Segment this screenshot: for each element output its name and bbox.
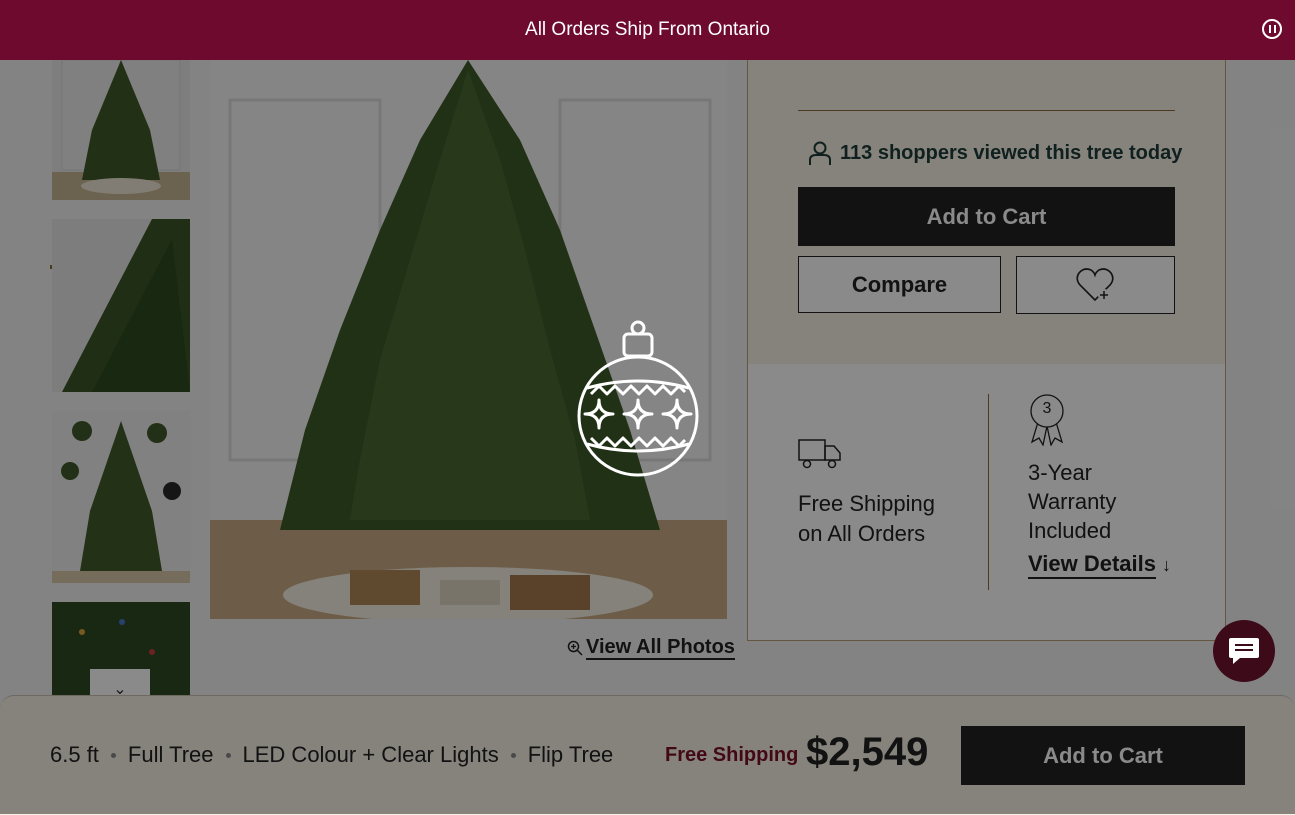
banner-text: All Orders Ship From Ontario <box>525 19 770 40</box>
chat-icon <box>1229 638 1259 664</box>
ornament-loading-icon <box>577 320 699 477</box>
chat-button[interactable] <box>1213 620 1275 682</box>
announcement-banner: All Orders Ship From Ontario <box>0 0 1295 60</box>
pause-icon[interactable] <box>1262 19 1282 39</box>
